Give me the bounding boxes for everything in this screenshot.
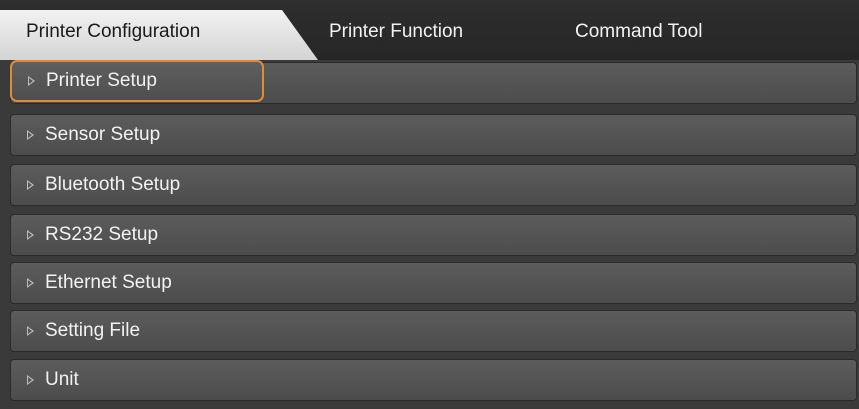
- triangle-right-icon: [27, 326, 34, 336]
- app-window: Printer Configuration Printer Function C…: [0, 0, 859, 409]
- section-list: Printer Setup Sensor Setup Bluetooth Set…: [0, 60, 859, 409]
- section-label: Printer Setup: [46, 70, 157, 91]
- tab-command-tool[interactable]: Command Tool: [575, 10, 702, 60]
- section-label: Unit: [45, 369, 79, 390]
- tab-printer-function[interactable]: Printer Function: [329, 10, 463, 60]
- section-printer-setup[interactable]: Printer Setup: [10, 60, 264, 102]
- triangle-right-icon: [27, 180, 34, 190]
- section-setting-file[interactable]: Setting File: [10, 310, 857, 352]
- triangle-right-icon: [27, 130, 34, 140]
- triangle-right-icon: [28, 76, 35, 86]
- triangle-right-icon: [27, 375, 34, 385]
- section-label: Ethernet Setup: [45, 272, 172, 293]
- section-label: Setting File: [45, 320, 141, 341]
- section-sensor-setup[interactable]: Sensor Setup: [10, 114, 857, 156]
- triangle-right-icon: [27, 230, 34, 240]
- section-label: Sensor Setup: [45, 124, 161, 145]
- section-unit[interactable]: Unit: [10, 359, 857, 401]
- section-ethernet-setup[interactable]: Ethernet Setup: [10, 262, 857, 304]
- section-label: RS232 Setup: [45, 224, 159, 245]
- triangle-right-icon: [27, 278, 34, 288]
- section-label: Bluetooth Setup: [45, 174, 181, 195]
- section-bluetooth-setup[interactable]: Bluetooth Setup: [10, 164, 857, 206]
- tab-label: Command Tool: [575, 21, 703, 42]
- tab-label: Printer Function: [329, 21, 464, 42]
- tab-bar: Printer Configuration Printer Function C…: [0, 0, 859, 61]
- tab-printer-configuration[interactable]: Printer Configuration: [0, 10, 318, 60]
- section-rs232-setup[interactable]: RS232 Setup: [10, 214, 857, 256]
- tab-label: Printer Configuration: [26, 21, 201, 42]
